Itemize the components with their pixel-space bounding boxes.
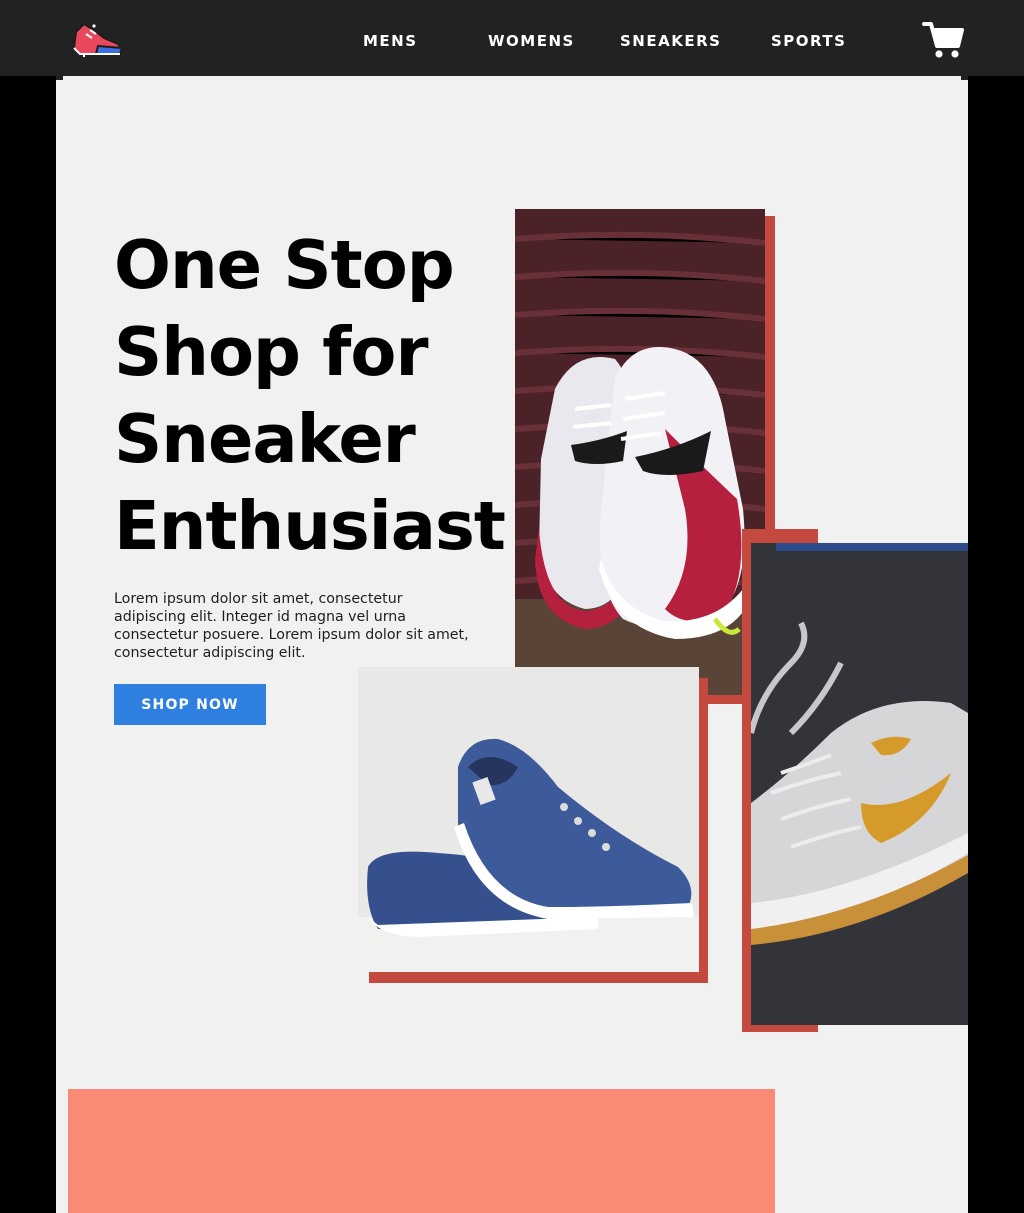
featured-banner — [68, 1089, 775, 1213]
headline-line: Shop for — [114, 313, 429, 391]
hero-headline: One Stop Shop for Sneaker Enthusiast — [114, 222, 514, 570]
nav-link-mens[interactable]: MENS — [363, 32, 418, 50]
shop-now-button[interactable]: SHOP NOW — [114, 684, 266, 725]
hero-description: Lorem ipsum dolor sit amet, consectetur … — [114, 591, 469, 661]
headline-line: Sneaker — [114, 400, 416, 478]
grey-hightop-sneaker-photo — [751, 543, 968, 1025]
panel-corner — [961, 76, 968, 80]
headline-line: One Stop — [114, 226, 455, 304]
white-red-sneakers-photo — [515, 209, 765, 695]
nav-link-sneakers[interactable]: SNEAKERS — [620, 32, 721, 50]
nav-link-womens[interactable]: WOMENS — [488, 32, 575, 50]
blue-canvas-sneakers-photo — [358, 667, 699, 972]
top-navbar: MENS WOMENS SNEAKERS SPORTS — [0, 0, 1024, 76]
headline-line: Enthusiast — [114, 487, 506, 565]
shopping-cart-icon[interactable] — [922, 20, 964, 60]
nav-link-sports[interactable]: SPORTS — [771, 32, 846, 50]
panel-corner — [56, 76, 63, 80]
sneaker-logo-icon[interactable] — [70, 18, 126, 58]
